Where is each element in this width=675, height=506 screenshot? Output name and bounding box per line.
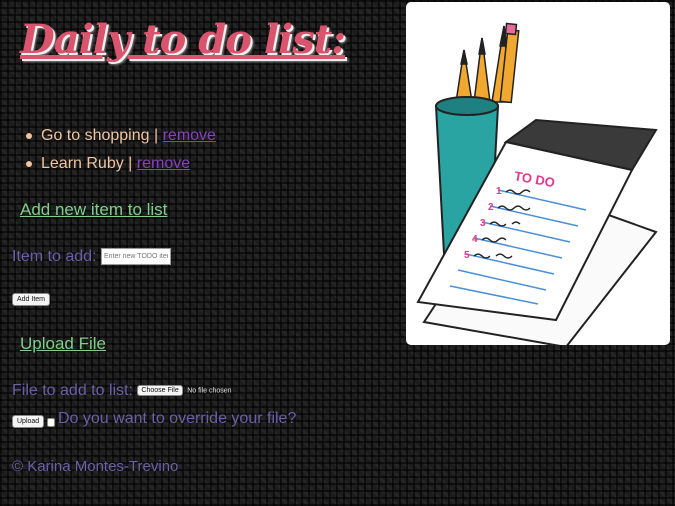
todo-item-text: Go to shopping — [41, 127, 150, 144]
add-item-heading-link[interactable]: Add new item to list — [20, 200, 167, 220]
new-item-input[interactable] — [100, 248, 171, 266]
list-item: Go to shopping | remove — [26, 122, 216, 150]
remove-link[interactable]: remove — [137, 155, 190, 172]
svg-text:1: 1 — [496, 186, 502, 197]
todo-illustration: TO DO 1 2 3 4 5 — [406, 2, 670, 349]
svg-text:5: 5 — [464, 250, 470, 261]
override-label: Do you want to override your file? — [58, 410, 297, 427]
separator: | — [128, 155, 133, 172]
no-file-chosen-text: No file chosen — [187, 387, 232, 395]
svg-text:2: 2 — [488, 202, 494, 213]
svg-text:4: 4 — [472, 234, 478, 245]
todo-list: Go to shopping | remove Learn Ruby | rem… — [24, 122, 216, 178]
remove-link[interactable]: remove — [163, 127, 216, 144]
svg-text:3: 3 — [480, 218, 486, 229]
override-checkbox[interactable] — [47, 418, 55, 427]
todo-item-text: Learn Ruby — [41, 155, 124, 172]
pencil-icon — [455, 22, 520, 104]
page-title: Daily to do list: — [20, 16, 346, 63]
add-item-button[interactable]: Add Item — [12, 293, 51, 306]
copyright-footer: © Karina Montes-Trevino — [12, 458, 179, 475]
upload-file-heading-link[interactable]: Upload File — [20, 334, 106, 354]
upload-button[interactable]: Upload — [12, 415, 45, 428]
list-item: Learn Ruby | remove — [26, 150, 216, 178]
choose-file-button[interactable]: Choose File — [137, 385, 183, 397]
separator: | — [153, 127, 159, 144]
file-to-add-label: File to add to list: — [12, 382, 133, 399]
todo-illustration-svg: TO DO 1 2 3 4 5 — [416, 22, 658, 349]
item-to-add-label: Item to add: — [12, 248, 97, 265]
file-to-add-row: File to add to list: Choose File No file… — [12, 382, 232, 400]
item-to-add-row: Item to add: — [12, 248, 171, 266]
